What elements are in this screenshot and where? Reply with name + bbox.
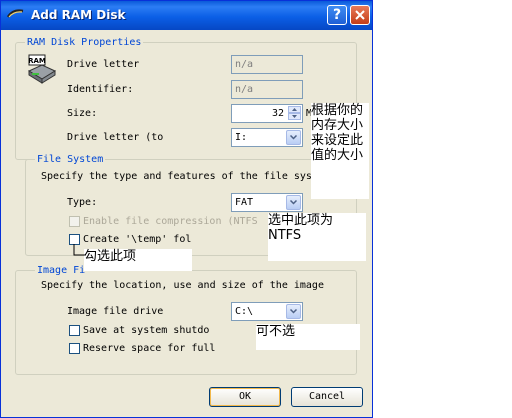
file-system-type-value: FAT	[235, 197, 254, 208]
drive-letter-field: n/a	[231, 55, 303, 74]
image-file-drive-select[interactable]: C:\	[231, 302, 303, 321]
image-drive-dropdown-button[interactable]	[286, 304, 301, 319]
ok-button[interactable]: OK	[209, 387, 281, 407]
ram-label: RAM	[28, 57, 46, 65]
drive-letter-select[interactable]: I:	[231, 128, 303, 147]
identifier-label: Identifier:	[67, 84, 134, 95]
chevron-down-icon	[290, 135, 297, 140]
temp-note: 勾选此项	[84, 249, 192, 271]
save-at-shutdown-checkbox[interactable]	[69, 325, 80, 336]
drive-letter-label: Drive letter	[67, 59, 140, 70]
save-at-shutdown-label: Save at system shutdo	[83, 325, 210, 336]
image-file-description: Specify the location, use and size of th…	[41, 280, 324, 291]
add-ram-disk-dialog: Add RAM Disk ? RAM Disk Properties RAM D…	[0, 0, 373, 418]
temp-pointer-icon	[73, 244, 86, 256]
image-file-drive-value: C:\	[235, 306, 254, 317]
type-dropdown-button[interactable]	[286, 195, 301, 210]
close-button[interactable]	[350, 5, 370, 25]
chevron-down-icon	[290, 200, 297, 205]
spin-up-icon[interactable]	[288, 106, 301, 113]
drive-letter-to-label: Drive letter (to	[67, 132, 164, 143]
enable-compression-checkbox	[69, 216, 80, 227]
create-temp-folder-label: Create '\temp' fol	[83, 234, 192, 245]
optional-note: 可不选	[256, 324, 360, 350]
identifier-field: n/a	[231, 80, 303, 99]
file-system-description: Specify the type and features of the fil…	[41, 171, 312, 182]
window-title: Add RAM Disk	[31, 8, 126, 22]
size-label: Size:	[67, 108, 98, 119]
type-label: Type:	[67, 197, 98, 208]
ram-disk-properties-title: RAM Disk Properties	[25, 37, 144, 48]
chevron-down-icon	[290, 309, 297, 314]
reserve-space-checkbox[interactable]	[69, 343, 80, 354]
image-file-drive-label: Image file drive	[67, 306, 164, 317]
reserve-space-label: Reserve space for full	[83, 343, 216, 354]
enable-compression-label: Enable file compression (NTFS	[83, 216, 258, 227]
ram-disk-icon: RAM	[27, 54, 57, 84]
size-input[interactable]: 32	[231, 104, 303, 123]
size-spinner[interactable]	[288, 106, 301, 121]
title-bar[interactable]: Add RAM Disk ?	[1, 1, 372, 30]
ntfs-note: 选中此项为NTFS	[268, 213, 366, 261]
help-button[interactable]: ?	[327, 5, 347, 25]
drive-letter-dropdown-button[interactable]	[286, 130, 301, 145]
image-file-title: Image Fi	[35, 265, 88, 276]
size-value: 32	[271, 108, 284, 119]
spin-down-icon[interactable]	[288, 113, 301, 120]
file-system-title: File System	[35, 154, 106, 165]
drive-letter-select-value: I:	[235, 132, 248, 143]
file-system-type-select[interactable]: FAT	[231, 193, 303, 212]
close-icon	[355, 10, 365, 20]
size-note: 根据你的内存大小来设定此值的大小	[311, 103, 369, 199]
cancel-button[interactable]: Cancel	[291, 387, 363, 407]
ram-icon	[7, 9, 24, 18]
